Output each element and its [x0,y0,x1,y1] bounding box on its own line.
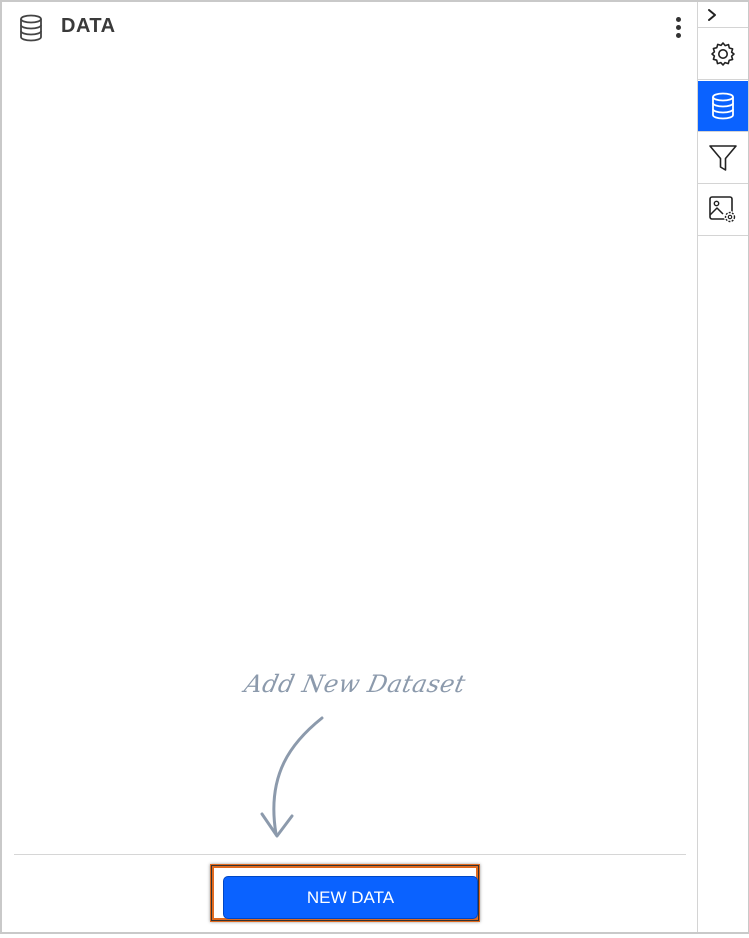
gear-icon [709,40,737,68]
chevron-right-icon [706,8,718,22]
toolbar-image-settings-button[interactable] [698,185,748,236]
curved-arrow-down-icon [252,714,332,844]
panel-title: DATA [61,15,116,37]
filter-icon [708,143,738,173]
properties-toolbar [697,2,748,932]
toolbar-data-button[interactable] [698,81,748,132]
data-panel: DATA Add New Dataset NEW DATA [2,2,697,932]
more-vertical-icon[interactable] [666,12,690,42]
panel-header: DATA [2,2,697,54]
image-settings-icon [708,195,738,225]
new-data-button[interactable]: NEW DATA [223,876,478,919]
database-icon [18,14,44,42]
divider [14,854,686,855]
toolbar-settings-button[interactable] [698,29,748,80]
database-icon [710,92,736,120]
collapse-toggle[interactable] [698,2,748,28]
toolbar-filter-button[interactable] [698,133,748,184]
app-window: DATA Add New Dataset NEW DATA [0,0,749,934]
add-dataset-hint: Add New Dataset [242,670,469,698]
